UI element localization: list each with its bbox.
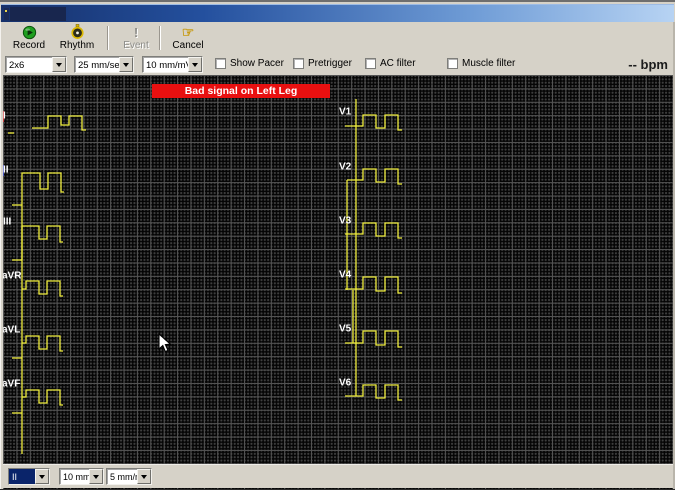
record-icon xyxy=(22,24,37,40)
lead-label-avr: aVR xyxy=(2,271,21,282)
lead-label-avf: aVF xyxy=(2,379,20,390)
toolbar-separator xyxy=(159,26,161,50)
heart-rate-readout: -- bpm xyxy=(628,57,668,72)
rhythm-lead-select-value: II xyxy=(9,469,35,484)
lead-label-v6: V6 xyxy=(339,378,351,389)
cancel-button[interactable]: ☞ Cancel xyxy=(165,24,211,53)
rhythm-stopwatch-icon xyxy=(70,24,85,40)
ecg-acquisition-window: Record Rhythm ! Event ☞ Cancel 2x6 xyxy=(0,0,675,490)
checkbox-box xyxy=(215,58,226,69)
dropdown-arrow-icon[interactable] xyxy=(52,57,66,72)
pretrigger-checkbox[interactable]: Pretrigger xyxy=(293,58,352,69)
speed-select[interactable]: 25 mm/sec xyxy=(74,56,134,73)
lead-label-i: I xyxy=(3,111,6,122)
window-border-left xyxy=(0,22,3,490)
rhythm-gain-select-value: 5 mm/mV xyxy=(107,469,137,484)
titlebar xyxy=(1,4,674,22)
record-button[interactable]: Record xyxy=(7,24,51,53)
rhythm-gain-select[interactable]: 5 mm/mV xyxy=(106,468,152,485)
app-icon xyxy=(4,8,9,20)
gain-select-value: 10 mm/mV xyxy=(143,57,188,72)
event-label: Event xyxy=(123,40,149,51)
bad-signal-banner: Bad signal on Left Leg xyxy=(152,84,330,98)
dropdown-arrow-icon[interactable] xyxy=(188,57,202,72)
muscle-filter-checkbox[interactable]: Muscle filter xyxy=(447,58,515,69)
lead-label-avl: aVL xyxy=(2,325,20,336)
rhythm-strip-toolbar: II 10 mm/sec 5 mm/mV xyxy=(3,464,673,488)
ac-filter-checkbox[interactable]: AC filter xyxy=(365,58,416,69)
gain-select[interactable]: 10 mm/mV xyxy=(142,56,203,73)
layout-select[interactable]: 2x6 xyxy=(5,56,67,73)
speed-select-value: 25 mm/sec xyxy=(75,57,119,72)
rhythm-lead-select[interactable]: II xyxy=(8,468,50,485)
checkbox-box xyxy=(293,58,304,69)
show-pacer-checkbox[interactable]: Show Pacer xyxy=(215,58,284,69)
checkbox-box xyxy=(447,58,458,69)
toolbar-separator xyxy=(107,26,109,50)
lead-label-v2: V2 xyxy=(339,162,351,173)
rhythm-speed-select[interactable]: 10 mm/sec xyxy=(59,468,104,485)
lead-label-v5: V5 xyxy=(339,324,351,335)
record-label: Record xyxy=(13,40,45,51)
dropdown-arrow-icon[interactable] xyxy=(119,57,133,72)
lead-label-v1: V1 xyxy=(339,107,351,118)
options-toolbar: 2x6 25 mm/sec 10 mm/mV Show Pacer Pretri… xyxy=(1,55,674,75)
lead-label-ii: II xyxy=(3,165,9,176)
cancel-hand-icon: ☞ xyxy=(182,24,195,40)
window-title xyxy=(10,7,66,21)
event-button: ! Event xyxy=(115,24,157,53)
lead-label-v3: V3 xyxy=(339,216,351,227)
checkbox-box xyxy=(365,58,376,69)
dropdown-arrow-icon[interactable] xyxy=(35,469,49,484)
lead-label-iii: III xyxy=(3,217,11,228)
dropdown-arrow-icon[interactable] xyxy=(89,469,103,484)
dropdown-arrow-icon[interactable] xyxy=(137,469,151,484)
layout-select-value: 2x6 xyxy=(6,57,52,72)
rhythm-label: Rhythm xyxy=(60,40,94,51)
rhythm-speed-select-value: 10 mm/sec xyxy=(60,469,89,484)
event-exclamation-icon: ! xyxy=(134,24,138,40)
ecg-grid xyxy=(3,75,673,490)
cancel-label: Cancel xyxy=(172,40,203,51)
rhythm-button[interactable]: Rhythm xyxy=(53,24,101,53)
main-toolbar: Record Rhythm ! Event ☞ Cancel xyxy=(1,22,674,55)
lead-label-v4: V4 xyxy=(339,270,351,281)
